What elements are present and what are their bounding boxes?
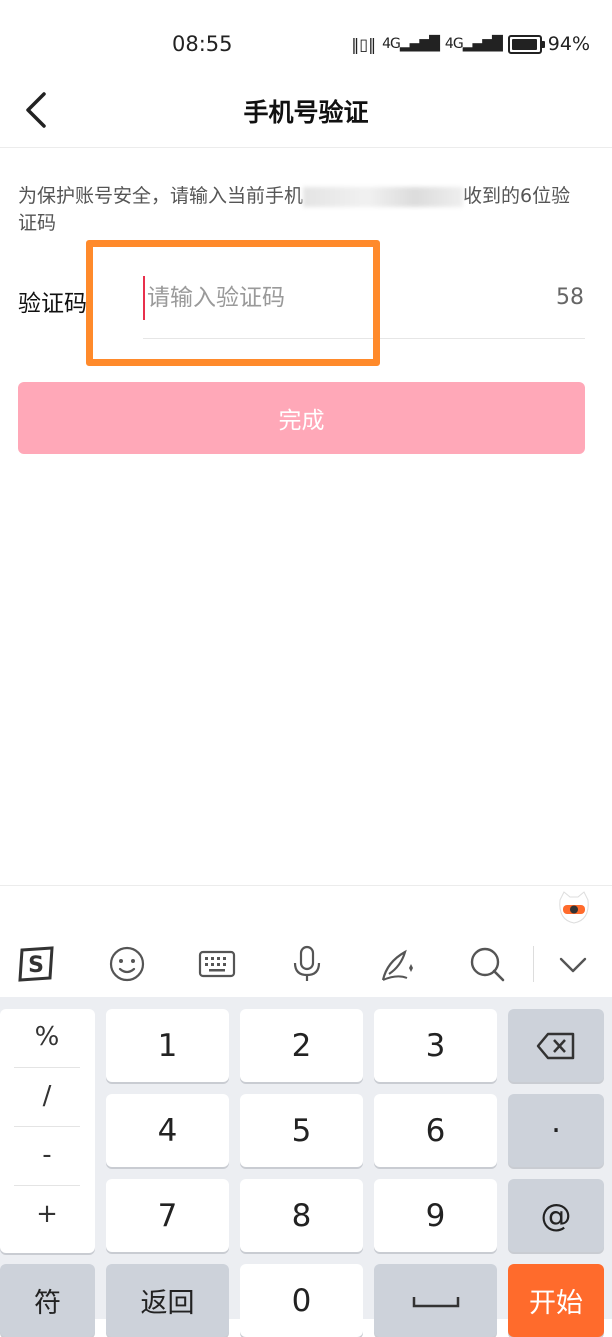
chevron-down-icon[interactable] xyxy=(553,944,593,984)
status-icons: ‖▯‖ 4G▂▄▆█ 4G▂▄▆█ 94% xyxy=(351,33,590,55)
key-0[interactable]: 0 xyxy=(240,1264,363,1337)
key-3[interactable]: 3 xyxy=(374,1009,497,1082)
search-icon[interactable] xyxy=(467,944,507,984)
symbol-key-percent[interactable]: % xyxy=(14,1022,80,1052)
back-key[interactable]: 返回 xyxy=(106,1264,229,1337)
emoji-icon[interactable] xyxy=(107,944,147,984)
key-9[interactable]: 9 xyxy=(374,1179,497,1252)
symbol-key-minus[interactable]: - xyxy=(14,1140,80,1170)
key-5[interactable]: 5 xyxy=(240,1094,363,1167)
dot-key[interactable]: · xyxy=(508,1094,604,1167)
battery-level: 94% xyxy=(547,33,590,55)
code-label: 验证码 xyxy=(18,291,87,317)
sogou-logo-icon[interactable]: S xyxy=(16,944,56,984)
start-key[interactable]: 开始 xyxy=(508,1264,604,1337)
space-icon xyxy=(412,1296,459,1307)
symbol-list[interactable]: % / - + xyxy=(0,1009,95,1253)
symbol-key-plus[interactable]: + xyxy=(14,1199,80,1229)
masked-phone-number xyxy=(303,186,464,207)
symbol-key-slash[interactable]: / xyxy=(14,1081,80,1111)
toolbar-divider xyxy=(533,946,534,982)
keyboard-icon[interactable] xyxy=(197,944,237,984)
hint-prefix: 为保护账号安全，请输入当前手机 xyxy=(18,185,304,207)
resend-countdown: 58 xyxy=(556,285,584,310)
vibrate-icon: ‖▯‖ xyxy=(351,34,377,54)
mascot-icon[interactable] xyxy=(557,890,591,926)
highlight-annotation-box xyxy=(86,240,380,366)
key-7[interactable]: 7 xyxy=(106,1179,229,1252)
at-key[interactable]: @ xyxy=(508,1179,604,1252)
key-6[interactable]: 6 xyxy=(374,1094,497,1167)
signal-icon: 4G▂▄▆█ xyxy=(382,36,440,52)
numeric-keypad: % / - + 1 2 3 4 5 6 · 7 8 9 @ 符 返回 0 开始 xyxy=(0,997,612,1337)
battery-icon xyxy=(507,34,545,54)
symbols-key[interactable]: 符 xyxy=(0,1264,95,1337)
status-time: 08:55 xyxy=(172,32,233,56)
verification-hint: 为保护账号安全，请输入当前手机 收到的6位验证码 xyxy=(18,183,578,237)
microphone-icon[interactable] xyxy=(287,944,327,984)
header: 手机号验证 xyxy=(0,72,612,148)
space-key[interactable] xyxy=(374,1264,497,1337)
key-4[interactable]: 4 xyxy=(106,1094,229,1167)
page-title: 手机号验证 xyxy=(243,98,369,127)
key-2[interactable]: 2 xyxy=(240,1009,363,1082)
backspace-icon xyxy=(536,1032,575,1059)
keyboard-toolbar: S xyxy=(0,885,612,998)
svg-text:S: S xyxy=(28,953,44,978)
backspace-key[interactable] xyxy=(508,1009,604,1082)
key-8[interactable]: 8 xyxy=(240,1179,363,1252)
signal-icon: 4G▂▄▆█ xyxy=(444,36,503,52)
done-button[interactable]: 完成 xyxy=(18,382,585,454)
key-1[interactable]: 1 xyxy=(106,1009,229,1082)
handwriting-icon[interactable] xyxy=(377,944,417,984)
